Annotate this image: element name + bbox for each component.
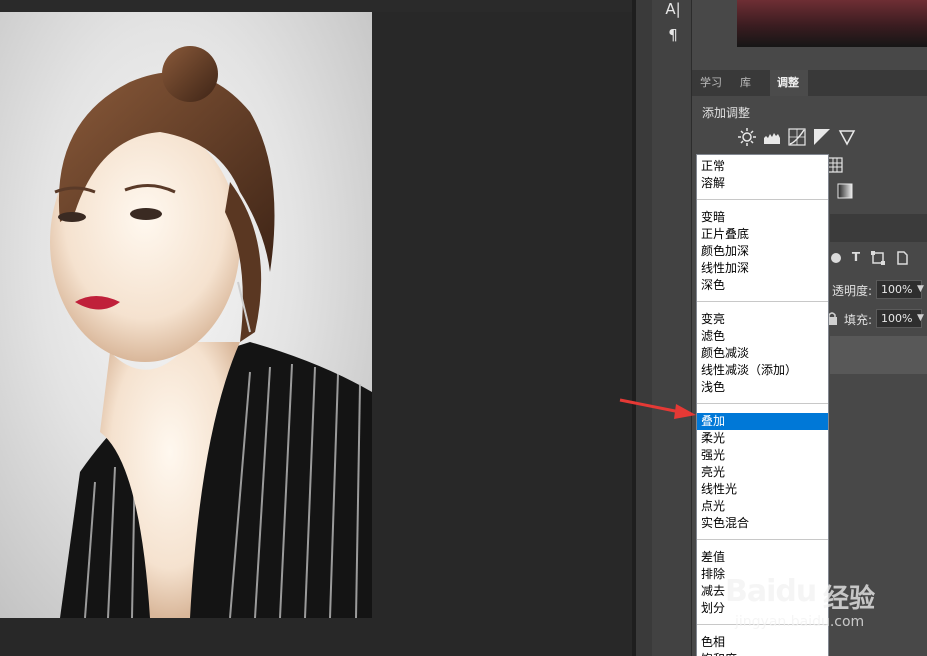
- blend-mode-option[interactable]: 滤色: [697, 328, 828, 345]
- blend-mode-option[interactable]: 变暗: [697, 209, 828, 226]
- tab-adjustments[interactable]: 调整: [770, 70, 808, 96]
- blend-mode-separator: [697, 301, 828, 302]
- type-filter-icon[interactable]: T: [848, 250, 864, 266]
- opacity-field[interactable]: 100%: [876, 280, 922, 299]
- blend-mode-option[interactable]: 饱和度: [697, 651, 828, 656]
- character-panel-icon[interactable]: A|: [665, 0, 681, 18]
- levels-icon[interactable]: [763, 128, 781, 146]
- blend-mode-option[interactable]: 正常: [697, 158, 828, 175]
- gradient-map-icon[interactable]: [836, 182, 854, 200]
- vibrance-icon[interactable]: [838, 128, 856, 146]
- blend-mode-option[interactable]: 实色混合: [697, 515, 828, 532]
- blend-mode-option[interactable]: 正片叠底: [697, 226, 828, 243]
- collapsed-panel-column: A| ¶: [652, 0, 692, 656]
- blend-mode-option[interactable]: 线性光: [697, 481, 828, 498]
- blend-mode-separator: [697, 403, 828, 404]
- layers-panel-header: [830, 214, 927, 242]
- brightness-contrast-icon[interactable]: [738, 128, 756, 146]
- panel-dock-strip: [636, 0, 652, 656]
- blend-mode-option[interactable]: 颜色减淡: [697, 345, 828, 362]
- fill-label: 填充:: [844, 313, 873, 327]
- blend-mode-option[interactable]: 差值: [697, 549, 828, 566]
- watermark-brand-cn: 经验: [823, 584, 876, 614]
- fill-dropdown-icon[interactable]: ▼: [917, 309, 927, 328]
- document-canvas-image[interactable]: [0, 12, 372, 618]
- blend-mode-option[interactable]: 强光: [697, 447, 828, 464]
- blend-mode-separator: [697, 539, 828, 540]
- baidu-watermark: Baidu 经验 jingyan.baidu.com: [715, 574, 885, 634]
- shape-filter-icon[interactable]: [870, 250, 886, 266]
- panel-tab-bar: 学习 库 调整: [692, 70, 927, 96]
- blend-mode-option[interactable]: 点光: [697, 498, 828, 515]
- color-picker-field[interactable]: [737, 0, 927, 47]
- watermark-url: jingyan.baidu.com: [735, 614, 865, 630]
- blend-mode-option[interactable]: 浅色: [697, 379, 828, 396]
- curves-icon[interactable]: [788, 128, 806, 146]
- blend-mode-option[interactable]: 线性加深: [697, 260, 828, 277]
- blend-mode-option[interactable]: 溶解: [697, 175, 828, 192]
- canvas-top-strip: [0, 0, 632, 12]
- opacity-dropdown-icon[interactable]: ▼: [917, 280, 927, 299]
- layer-row[interactable]: [830, 336, 927, 374]
- tab-library[interactable]: 库: [740, 70, 760, 96]
- blend-mode-option[interactable]: 变亮: [697, 311, 828, 328]
- smart-object-filter-icon[interactable]: [894, 250, 910, 266]
- portrait-image: [50, 46, 372, 618]
- blend-mode-separator: [697, 199, 828, 200]
- pixel-filter-icon[interactable]: [828, 250, 844, 266]
- blend-mode-option[interactable]: 柔光: [697, 430, 828, 447]
- adjustments-title: 添加调整: [702, 106, 751, 120]
- blend-mode-option[interactable]: 叠加: [697, 413, 828, 430]
- blend-mode-option[interactable]: 颜色加深: [697, 243, 828, 260]
- fill-field[interactable]: 100%: [876, 309, 922, 328]
- exposure-icon[interactable]: [813, 128, 831, 146]
- annotation-arrow-icon: [619, 398, 696, 419]
- paragraph-panel-icon[interactable]: ¶: [665, 26, 681, 44]
- blend-mode-option[interactable]: 深色: [697, 277, 828, 294]
- blend-mode-option[interactable]: 亮光: [697, 464, 828, 481]
- tab-learn[interactable]: 学习: [700, 70, 730, 96]
- blend-mode-option[interactable]: 色相: [697, 634, 828, 651]
- blend-mode-option[interactable]: 线性减淡（添加）: [697, 362, 828, 379]
- photoshop-window: A| ¶ 学习 库 调整 添加调整 T 透明度: 100% ▼ 填充: 100%…: [0, 0, 927, 656]
- opacity-label: 透明度:: [832, 284, 873, 298]
- watermark-brand: Baidu: [725, 574, 817, 609]
